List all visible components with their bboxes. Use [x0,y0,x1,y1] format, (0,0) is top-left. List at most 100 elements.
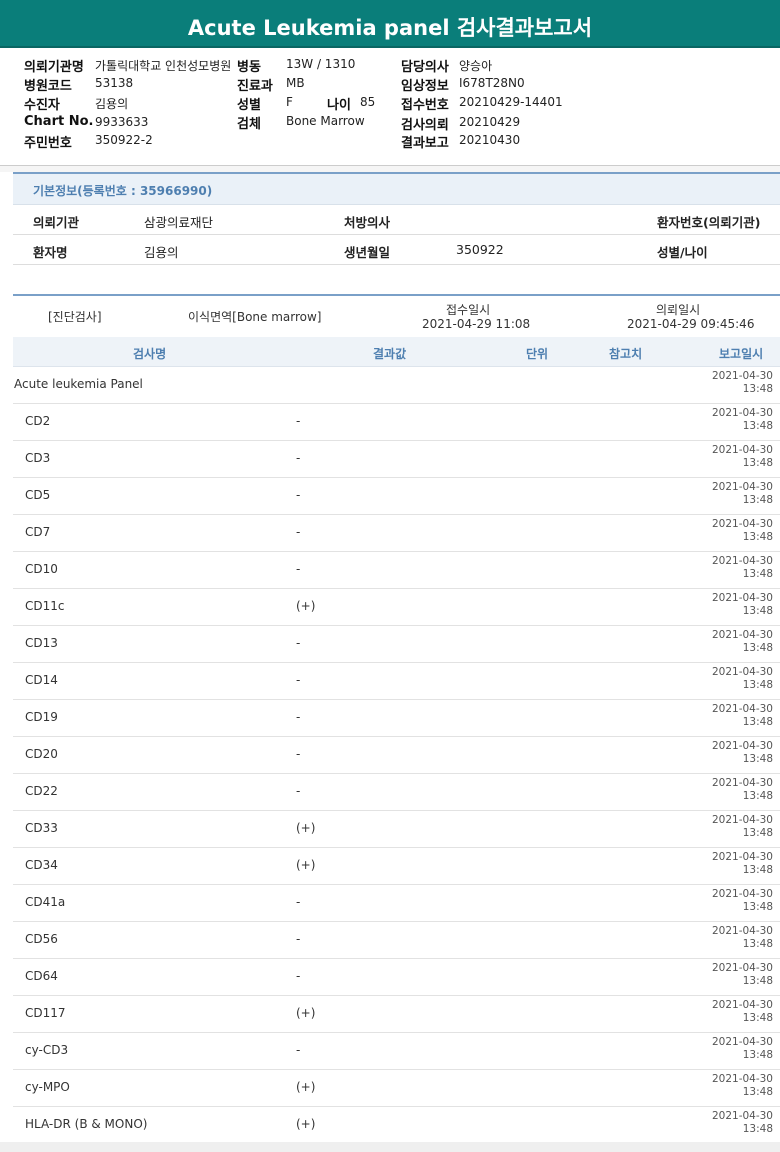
test-name: CD64 [25,969,58,983]
report-datetime: 2021-04-30 13:48 [712,888,773,914]
clinical-info-value: I678T28N0 [459,76,525,90]
col-test-name: 검사명 [133,347,167,361]
request-time-value: 2021-04-29 09:45:46 [627,317,755,331]
table-row: HLA-DR (B & MONO) (+) 2021-04-30 13:48 [13,1107,780,1144]
table-row: CD22 - 2021-04-30 13:48 [13,774,780,811]
basic-info-heading: 기본정보(등록번호 : 35966990) [33,184,213,198]
request-time-label: 의뢰일시 [656,303,701,317]
patient-name-value: 김용의 [144,245,179,260]
report-time: 13:48 [742,494,773,506]
resident-no-value: 350922-2 [95,133,153,147]
table-row: CD13 - 2021-04-30 13:48 [13,626,780,663]
report-date: 2021-04-30 [711,481,773,493]
requester-org-value: 삼광의료재단 [144,215,214,230]
test-result: - [296,1043,301,1057]
report-date: 2021-04-30 [711,407,773,419]
col-result: 결과값 [373,347,407,361]
report-time: 13:48 [742,531,773,543]
basic-info-section: 기본정보(등록번호 : 35966990) 의뢰기관 삼광의료재단 처방의사 환… [13,172,780,265]
receipt-time-value: 2021-04-29 11:08 [422,317,531,331]
resident-no-label: 주민번호 [24,136,72,151]
result-report-label: 결과보고 [401,136,449,151]
receipt-no-label: 접수번호 [401,98,449,113]
report-time: 13:48 [742,716,773,728]
report-date: 2021-04-30 [711,370,773,382]
report-datetime: 2021-04-30 13:48 [712,1073,773,1099]
table-row: CD56 - 2021-04-30 13:48 [13,922,780,959]
test-name: CD10 [25,562,58,576]
test-result: - [296,488,301,502]
test-result: - [296,451,301,465]
table-row: CD11c (+) 2021-04-30 13:48 [13,589,780,626]
report-date: 2021-04-30 [711,1073,773,1085]
report-time: 13:48 [742,1123,773,1135]
report-date: 2021-04-30 [711,518,773,530]
report-datetime: 2021-04-30 13:48 [712,555,773,581]
table-row: CD7 - 2021-04-30 13:48 [13,515,780,552]
hospital-code-label: 병원코드 [24,79,72,94]
table-row: CD2 - 2021-04-30 13:48 [13,404,780,441]
report-datetime: 2021-04-30 13:48 [712,999,773,1025]
col-unit: 단위 [526,347,549,361]
patient-label: 수진자 [24,98,60,113]
report-date: 2021-04-30 [711,1110,773,1122]
table-row: Acute leukemia Panel 2021-04-30 13:48 [13,367,780,404]
report-date: 2021-04-30 [711,888,773,900]
table-row: CD64 - 2021-04-30 13:48 [13,959,780,996]
report-date: 2021-04-30 [711,629,773,641]
report-datetime: 2021-04-30 13:48 [712,481,773,507]
table-row: cy-MPO (+) 2021-04-30 13:48 [13,1070,780,1107]
report-time: 13:48 [742,642,773,654]
table-row: CD14 - 2021-04-30 13:48 [13,663,780,700]
test-result: - [296,525,301,539]
test-result: (+) [296,821,316,835]
specimen-label: 검체 [237,117,261,132]
test-name: CD56 [25,932,58,946]
report-date: 2021-04-30 [711,555,773,567]
test-result: - [296,710,301,724]
report-datetime: 2021-04-30 13:48 [712,1110,773,1136]
report-datetime: 2021-04-30 13:48 [712,925,773,951]
report-time: 13:48 [742,864,773,876]
test-result: (+) [296,1117,316,1131]
patient-number-label: 환자번호(의뢰기관) [657,215,761,230]
report-date: 2021-04-30 [711,592,773,604]
report-datetime: 2021-04-30 13:48 [712,814,773,840]
test-result: - [296,784,301,798]
table-row: CD5 - 2021-04-30 13:48 [13,478,780,515]
report-title: Acute Leukemia panel 검사결과보고서 [0,0,780,48]
test-result: - [296,932,301,946]
report-date: 2021-04-30 [711,1036,773,1048]
exam-category: [진단검사] [48,310,102,324]
table-row: cy-CD3 - 2021-04-30 13:48 [13,1033,780,1070]
test-result: - [296,562,301,576]
test-name: cy-MPO [25,1080,70,1094]
test-name: CD3 [25,451,51,465]
basic-info-row-1: 의뢰기관 삼광의료재단 처방의사 환자번호(의뢰기관) [13,205,780,235]
report-datetime: 2021-04-30 13:48 [712,592,773,618]
test-name: CD5 [25,488,51,502]
test-result: - [296,969,301,983]
report-datetime: 2021-04-30 13:48 [712,666,773,692]
report-time: 13:48 [742,383,773,395]
test-name: CD13 [25,636,58,650]
report-date: 2021-04-30 [711,777,773,789]
report-time: 13:48 [742,457,773,469]
report-time: 13:48 [742,938,773,950]
requester-org-label: 의뢰기관 [33,215,80,230]
age-value: 85 [360,95,376,109]
test-name: CD33 [25,821,58,835]
sex-age-label: 성별/나이 [657,245,708,260]
test-result: - [296,895,301,909]
test-name: CD41a [25,895,66,909]
hospital-code-value: 53138 [95,76,134,90]
report-date: 2021-04-30 [711,666,773,678]
report-time: 13:48 [742,420,773,432]
test-result: - [296,673,301,687]
report-time: 13:48 [742,790,773,802]
age-label: 나이 [327,98,351,113]
results-section: [진단검사] 이식면역[Bone marrow] 접수일시 2021-04-29… [13,294,780,1144]
report-datetime: 2021-04-30 13:48 [712,444,773,470]
dept-value: MB [286,76,305,90]
table-row: CD34 (+) 2021-04-30 13:48 [13,848,780,885]
